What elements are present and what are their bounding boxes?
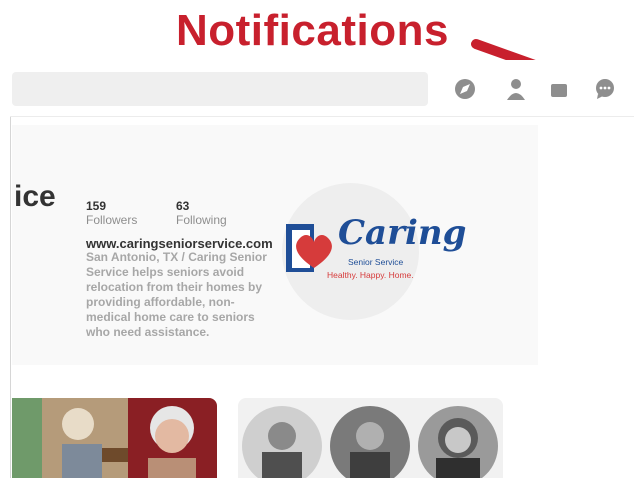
board-cover-photos[interactable]	[12, 398, 217, 478]
search-bar[interactable]	[12, 72, 428, 106]
profile-bio: San Antonio, TX / Caring Senior Service …	[86, 250, 267, 339]
website-link[interactable]: www.caringseniorservice.com	[86, 236, 273, 251]
followers-stat[interactable]: 159 Followers	[86, 199, 137, 227]
followers-count: 159	[86, 199, 107, 213]
logo-tagline: Healthy. Happy. Home.	[327, 270, 414, 280]
logo-wordmark: Caring	[338, 213, 467, 253]
logo-subtitle: Senior Service	[348, 257, 404, 267]
inbox-icon[interactable]	[546, 76, 572, 102]
following-stat[interactable]: 63 Following	[176, 199, 227, 227]
profile-name: ice	[14, 180, 56, 213]
board-people-photos[interactable]	[238, 398, 503, 478]
following-label: Following	[176, 213, 227, 227]
messages-chat-icon[interactable]	[592, 76, 618, 102]
profile-person-icon[interactable]	[503, 76, 529, 102]
followers-label: Followers	[86, 213, 138, 227]
explore-compass-icon[interactable]	[452, 76, 478, 102]
following-count: 63	[176, 199, 190, 213]
annotation-title: Notifications	[176, 6, 449, 55]
